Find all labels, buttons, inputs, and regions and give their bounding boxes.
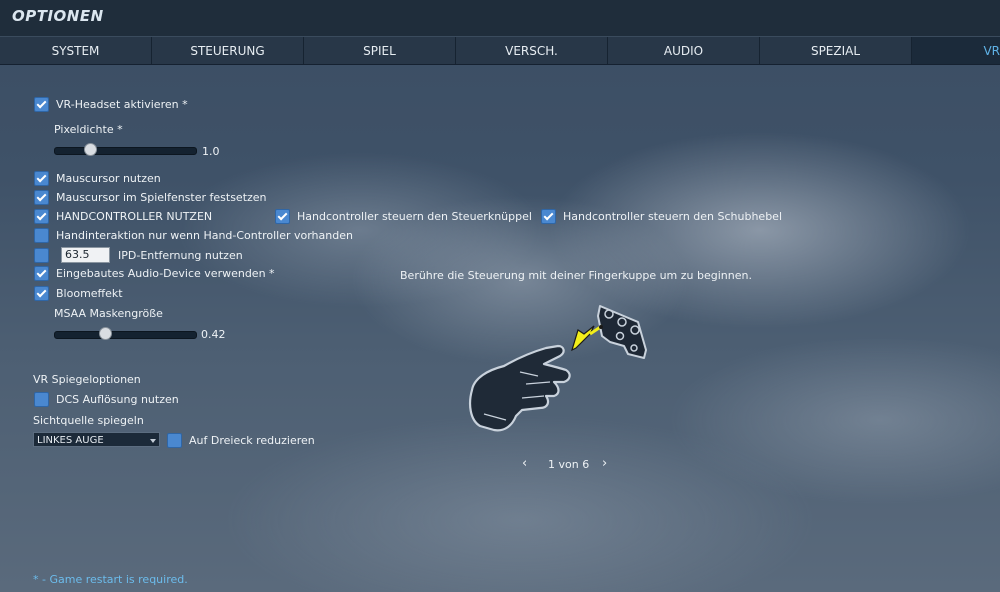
- ipd-input[interactable]: 63.5: [61, 247, 110, 263]
- mirror-source-value: LINKES AUGE: [37, 435, 104, 446]
- hand-controllers-option[interactable]: HANDCONTROLLER NUTZEN: [34, 209, 212, 224]
- msaa-label: MSAA Maskengröße: [54, 307, 163, 320]
- audio-device-checkbox[interactable]: [34, 266, 49, 281]
- page-indicator: 1 von 6: [548, 458, 590, 471]
- mouse-cursor-checkbox[interactable]: [34, 171, 49, 186]
- audio-device-label: Eingebautes Audio-Device verwenden *: [56, 267, 275, 280]
- mouse-cursor-lock-checkbox[interactable]: [34, 190, 49, 205]
- vr-headset-option[interactable]: VR-Headset aktivieren *: [34, 97, 188, 112]
- ipd-checkbox[interactable]: [34, 247, 49, 263]
- msaa-value: 0.42: [201, 328, 226, 341]
- mouse-cursor-option[interactable]: Mauscursor nutzen: [34, 171, 161, 186]
- hc-stick-option[interactable]: Handcontroller steuern den Steuerknüppel: [275, 209, 532, 224]
- tab-spiel[interactable]: SPIEL: [304, 37, 456, 64]
- tab-spezial[interactable]: SPEZIAL: [760, 37, 912, 64]
- controller-icon: [597, 305, 647, 359]
- arrow-icon: [571, 324, 603, 352]
- dcs-resolution-checkbox[interactable]: [34, 392, 49, 407]
- tab-versch[interactable]: VERSCH.: [456, 37, 608, 64]
- ipd-option[interactable]: 63.5 IPD-Entfernung nutzen: [34, 247, 243, 263]
- pixel-density-slider[interactable]: [54, 143, 197, 156]
- bloom-checkbox[interactable]: [34, 286, 49, 301]
- pixel-density-slider-handle[interactable]: [84, 143, 97, 156]
- bloom-label: Bloomeffekt: [56, 287, 123, 300]
- hand-controllers-checkbox[interactable]: [34, 209, 49, 224]
- page-title: OPTIONEN: [12, 7, 104, 25]
- tutorial-instruction: Berühre die Steuerung mit deiner Fingerk…: [400, 269, 752, 282]
- dcs-resolution-option[interactable]: DCS Auflösung nutzen: [34, 392, 179, 407]
- hand-interaction-label: Handinteraktion nur wenn Hand-Controller…: [56, 229, 353, 242]
- mirror-source-label: Sichtquelle spiegeln: [33, 414, 144, 427]
- hand-touch-controller-illustration: [469, 305, 647, 432]
- triangle-option[interactable]: Auf Dreieck reduzieren: [167, 433, 315, 448]
- hc-throttle-option[interactable]: Handcontroller steuern den Schubhebel: [541, 209, 782, 224]
- hand-controllers-label: HANDCONTROLLER NUTZEN: [56, 210, 213, 223]
- tab-audio[interactable]: AUDIO: [608, 37, 760, 64]
- chevron-right-icon[interactable]: ›: [602, 457, 607, 470]
- triangle-checkbox[interactable]: [167, 433, 182, 448]
- restart-footnote: * - Game restart is required.: [33, 573, 188, 586]
- msaa-slider-handle[interactable]: [99, 327, 112, 340]
- tab-bar: SYSTEM STEUERUNG SPIEL VERSCH. AUDIO SPE…: [0, 36, 1000, 65]
- pixel-density-label: Pixeldichte *: [54, 123, 123, 136]
- mouse-cursor-label: Mauscursor nutzen: [56, 172, 161, 185]
- ipd-label: IPD-Entfernung nutzen: [118, 248, 243, 262]
- mouse-cursor-lock-option[interactable]: Mauscursor im Spielfenster festsetzen: [34, 190, 267, 205]
- hc-throttle-checkbox[interactable]: [541, 209, 556, 224]
- tab-steuerung[interactable]: STEUERUNG: [152, 37, 304, 64]
- hand-interaction-checkbox[interactable]: [34, 228, 49, 243]
- dcs-resolution-label: DCS Auflösung nutzen: [56, 393, 179, 406]
- chevron-left-icon[interactable]: ‹: [522, 457, 527, 470]
- hc-throttle-label: Handcontroller steuern den Schubhebel: [563, 210, 783, 223]
- mouse-cursor-lock-label: Mauscursor im Spielfenster festsetzen: [56, 191, 267, 204]
- vr-headset-label: VR-Headset aktivieren *: [56, 98, 188, 111]
- glove-hand-icon: [469, 344, 571, 432]
- tab-system[interactable]: SYSTEM: [0, 37, 152, 64]
- pixel-density-value: 1.0: [202, 145, 220, 158]
- vr-headset-checkbox[interactable]: [34, 97, 49, 112]
- triangle-label: Auf Dreieck reduzieren: [189, 434, 315, 447]
- bloom-option[interactable]: Bloomeffekt: [34, 286, 123, 301]
- chevron-down-icon: [150, 439, 156, 443]
- hand-interaction-option[interactable]: Handinteraktion nur wenn Hand-Controller…: [34, 228, 353, 243]
- tab-vr[interactable]: VR: [912, 37, 1000, 64]
- msaa-slider[interactable]: [54, 327, 197, 340]
- audio-device-option[interactable]: Eingebautes Audio-Device verwenden *: [34, 266, 275, 281]
- mirror-heading: VR Spiegeloptionen: [33, 373, 141, 386]
- tutorial-pager: ‹ 1 von 6 ›: [520, 457, 615, 472]
- hc-stick-label: Handcontroller steuern den Steuerknüppel: [297, 210, 532, 223]
- title-bar: OPTIONEN: [0, 0, 1000, 36]
- hc-stick-checkbox[interactable]: [275, 209, 290, 224]
- mirror-source-select[interactable]: LINKES AUGE: [33, 432, 160, 447]
